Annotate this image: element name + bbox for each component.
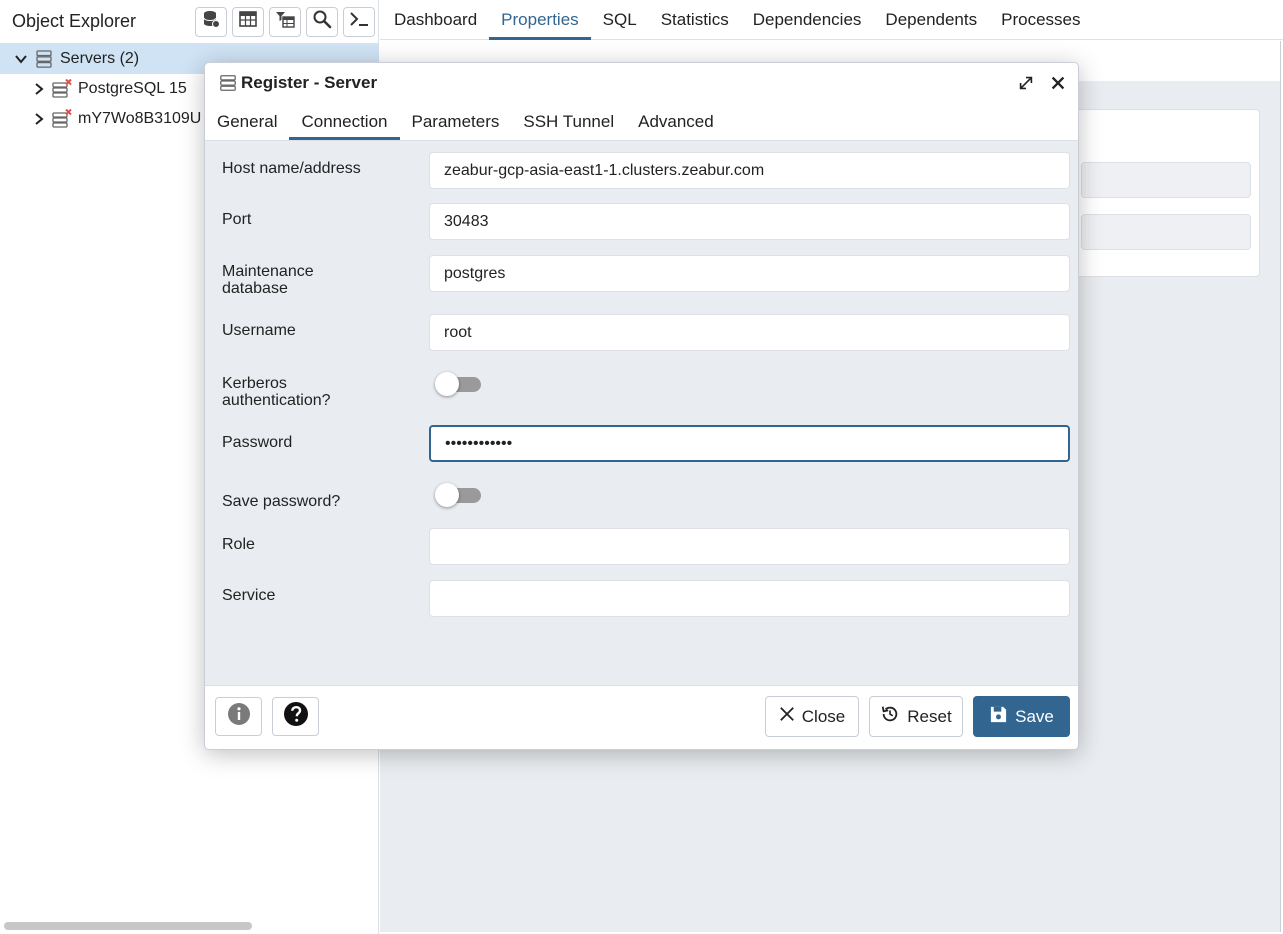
password-input[interactable]: •••••••••••• bbox=[429, 425, 1070, 462]
password-label: Password bbox=[222, 434, 293, 451]
tab-dependents[interactable]: Dependents bbox=[873, 0, 989, 40]
dialog-header[interactable]: Register - Server bbox=[205, 63, 1078, 103]
tab-sql[interactable]: SQL bbox=[591, 0, 649, 40]
close-button[interactable]: Close bbox=[765, 696, 859, 737]
main-tab-bar: Dashboard Properties SQL Statistics Depe… bbox=[380, 0, 1283, 40]
reset-button-label: Reset bbox=[907, 706, 952, 726]
view-data-button[interactable] bbox=[232, 6, 264, 37]
info-icon bbox=[227, 702, 251, 731]
dialog-tab-bar: General Connection Parameters SSH Tunnel… bbox=[205, 103, 1078, 141]
save-button-label: Save bbox=[1015, 706, 1054, 726]
object-explorer-title: Object Explorer bbox=[12, 11, 137, 31]
query-tool-button[interactable] bbox=[195, 6, 227, 37]
dialog-title: Register - Server bbox=[241, 73, 378, 92]
tab-statistics[interactable]: Statistics bbox=[649, 0, 741, 40]
info-button[interactable] bbox=[215, 697, 262, 736]
username-input[interactable]: root bbox=[429, 314, 1070, 351]
properties-field bbox=[1081, 214, 1251, 250]
server-icon bbox=[219, 74, 237, 92]
server-disconnected-icon bbox=[52, 78, 72, 99]
chevron-right-icon[interactable] bbox=[30, 80, 48, 98]
tab-properties[interactable]: Properties bbox=[489, 0, 592, 40]
tab-dependencies[interactable]: Dependencies bbox=[741, 0, 874, 40]
host-label: Host name/address bbox=[222, 160, 361, 177]
chevron-down-icon[interactable] bbox=[12, 50, 30, 68]
tab-advanced[interactable]: Advanced bbox=[626, 103, 726, 140]
properties-field bbox=[1081, 162, 1251, 198]
object-explorer-header: Object Explorer bbox=[0, 0, 378, 44]
reset-icon bbox=[880, 704, 900, 729]
search-objects-button[interactable] bbox=[306, 6, 338, 37]
save-button[interactable]: Save bbox=[973, 696, 1070, 737]
kerberos-label-line1: Kerberos bbox=[222, 375, 287, 392]
port-label: Port bbox=[222, 211, 252, 228]
role-label: Role bbox=[222, 536, 255, 553]
floppy-disk-icon bbox=[989, 705, 1008, 729]
help-button[interactable] bbox=[272, 697, 319, 736]
chevron-right-icon[interactable] bbox=[30, 110, 48, 128]
server-group-icon bbox=[34, 49, 54, 69]
filtered-rows-button[interactable] bbox=[269, 6, 301, 37]
tab-processes[interactable]: Processes bbox=[989, 0, 1092, 40]
server-disconnected-icon bbox=[52, 108, 72, 129]
tab-general[interactable]: General bbox=[205, 103, 289, 140]
filtered-table-icon bbox=[275, 9, 295, 34]
save-password-label: Save password? bbox=[222, 493, 341, 510]
horizontal-scrollbar[interactable] bbox=[4, 922, 252, 930]
terminal-icon bbox=[349, 9, 369, 34]
role-input[interactable] bbox=[429, 528, 1070, 565]
tab-ssh-tunnel[interactable]: SSH Tunnel bbox=[511, 103, 626, 140]
service-label: Service bbox=[222, 587, 276, 604]
tab-connection[interactable]: Connection bbox=[289, 103, 400, 140]
maximize-icon[interactable] bbox=[1016, 73, 1036, 93]
maintenance-db-input[interactable]: postgres bbox=[429, 255, 1070, 292]
search-icon bbox=[312, 9, 332, 34]
maintenance-db-label: Maintenance database bbox=[222, 263, 412, 297]
kerberos-label: Kerberos authentication? bbox=[222, 375, 412, 409]
reset-button[interactable]: Reset bbox=[869, 696, 963, 737]
close-button-label: Close bbox=[801, 706, 846, 726]
service-input[interactable] bbox=[429, 580, 1070, 617]
database-icon bbox=[201, 9, 221, 34]
maintenance-db-label-line2: database bbox=[222, 280, 288, 297]
table-icon bbox=[238, 9, 258, 34]
dialog-window-controls bbox=[1016, 73, 1068, 93]
maintenance-db-label-line1: Maintenance bbox=[222, 263, 314, 280]
tab-dashboard[interactable]: Dashboard bbox=[382, 0, 489, 40]
kerberos-toggle[interactable] bbox=[435, 372, 481, 396]
port-input[interactable]: 30483 bbox=[429, 203, 1070, 240]
username-label: Username bbox=[222, 322, 296, 339]
register-server-dialog: Register - Server General Connection Par… bbox=[204, 62, 1079, 750]
toggle-knob bbox=[435, 483, 459, 507]
tree-node-label: Servers (2) bbox=[60, 50, 140, 67]
help-icon bbox=[283, 701, 309, 732]
properties-card bbox=[1070, 109, 1260, 277]
tab-parameters[interactable]: Parameters bbox=[400, 103, 512, 140]
psql-tool-button[interactable] bbox=[343, 6, 375, 37]
close-icon[interactable] bbox=[1048, 73, 1068, 93]
dialog-footer: Close Reset Save bbox=[205, 685, 1078, 749]
tree-node-label: mY7Wo8B3109U bbox=[78, 110, 202, 127]
toggle-knob bbox=[435, 372, 459, 396]
close-x-icon bbox=[779, 706, 795, 727]
host-input[interactable]: zeabur-gcp-asia-east1-1.clusters.zeabur.… bbox=[429, 152, 1070, 189]
save-password-toggle[interactable] bbox=[435, 483, 481, 507]
tree-node-label: PostgreSQL 15 bbox=[78, 80, 187, 97]
kerberos-label-line2: authentication? bbox=[222, 392, 331, 409]
